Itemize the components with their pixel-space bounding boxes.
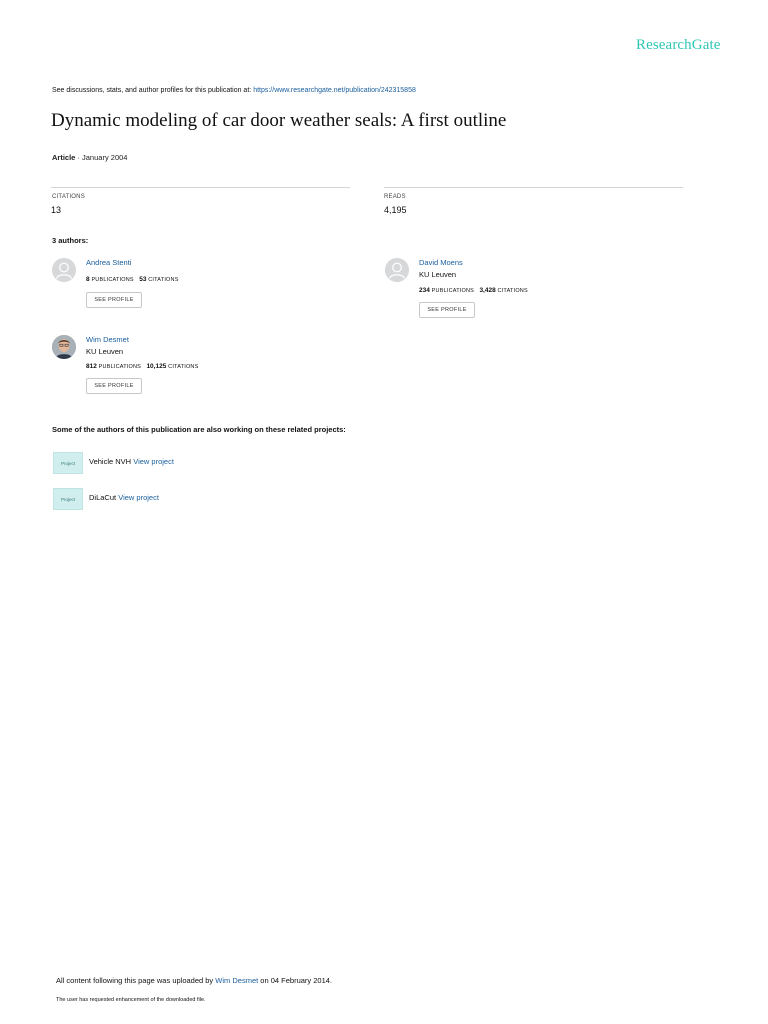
author-stats: 812 PUBLICATIONS 10,125 CITATIONS: [86, 363, 198, 370]
meta-separator: ·: [75, 153, 83, 162]
reads-label: READS: [384, 194, 406, 200]
placeholder-avatar-icon[interactable]: [385, 258, 409, 282]
related-projects-heading: Some of the authors of this publication …: [52, 425, 346, 434]
project-name: Vehicle NVH: [89, 457, 132, 466]
project-item: DiLaCut View project: [89, 493, 159, 502]
citations-label: CITATIONS: [52, 194, 85, 200]
project-folder-icon: Project: [53, 488, 83, 510]
discussions-prefix: See discussions, stats, and author profi…: [52, 87, 252, 94]
author-institution: KU Leuven: [419, 270, 457, 279]
project-item: Vehicle NVH View project: [89, 457, 174, 466]
publication-date: January 2004: [82, 153, 128, 162]
author-stats: 234 PUBLICATIONS 3,428 CITATIONS: [419, 287, 528, 294]
project-icon-label: Project: [60, 460, 75, 466]
author-publications-label: PUBLICATIONS: [91, 277, 134, 283]
uploaded-by-line: All content following this page was uplo…: [56, 976, 332, 985]
uploader-link[interactable]: Wim Desmet: [215, 976, 258, 985]
researchgate-logo[interactable]: ResearchGate: [636, 37, 720, 54]
citations-value: 13: [51, 205, 62, 215]
author-card: [52, 258, 76, 282]
author-citations-count: 10,125: [146, 363, 167, 370]
photo-avatar-icon[interactable]: [52, 335, 76, 359]
view-project-link[interactable]: View project: [133, 457, 174, 466]
see-profile-button[interactable]: SEE PROFILE: [419, 302, 475, 318]
author-name-link[interactable]: David Moens: [419, 258, 463, 267]
citations-divider: [51, 187, 350, 188]
project-name: DiLaCut: [89, 493, 117, 502]
project-folder-icon: Project: [53, 452, 83, 474]
author-citations-label: CITATIONS: [168, 364, 199, 370]
placeholder-avatar-icon[interactable]: [52, 258, 76, 282]
author-card: [385, 258, 409, 282]
project-icon-label: Project: [60, 496, 75, 502]
author-institution: KU Leuven: [86, 347, 124, 356]
author-name-link[interactable]: Andrea Stenti: [86, 258, 131, 267]
publication-title: Dynamic modeling of car door weather sea…: [51, 110, 507, 131]
author-publications-label: PUBLICATIONS: [98, 364, 142, 370]
author-citations-label: CITATIONS: [148, 277, 179, 283]
reads-divider: [384, 187, 683, 188]
publication-type: Article: [52, 153, 76, 162]
uploaded-suffix: on 04 February 2014.: [260, 976, 333, 985]
author-citations-count: 3,428: [479, 287, 496, 294]
publication-url-link[interactable]: https://www.researchgate.net/publication…: [253, 87, 416, 94]
author-citations-label: CITATIONS: [497, 288, 528, 294]
author-publications-count: 234: [419, 287, 430, 294]
author-name-link[interactable]: Wim Desmet: [86, 335, 129, 344]
see-profile-button[interactable]: SEE PROFILE: [86, 292, 142, 308]
discussions-line: See discussions, stats, and author profi…: [52, 87, 416, 94]
see-profile-button[interactable]: SEE PROFILE: [86, 378, 142, 394]
authors-heading: 3 authors:: [52, 236, 89, 245]
author-stats: 8 PUBLICATIONS 53 CITATIONS: [86, 276, 179, 283]
author-citations-count: 53: [139, 276, 147, 283]
enhancement-note: The user has requested enhancement of th…: [56, 997, 206, 1003]
author-publications-label: PUBLICATIONS: [431, 288, 475, 294]
publication-meta: Article · January 2004: [52, 153, 127, 162]
uploaded-prefix: All content following this page was uplo…: [56, 976, 214, 985]
author-card: [52, 335, 76, 359]
author-publications-count: 8: [86, 276, 90, 283]
view-project-link[interactable]: View project: [118, 493, 159, 502]
reads-value: 4,195: [384, 205, 407, 215]
author-publications-count: 812: [86, 363, 97, 370]
